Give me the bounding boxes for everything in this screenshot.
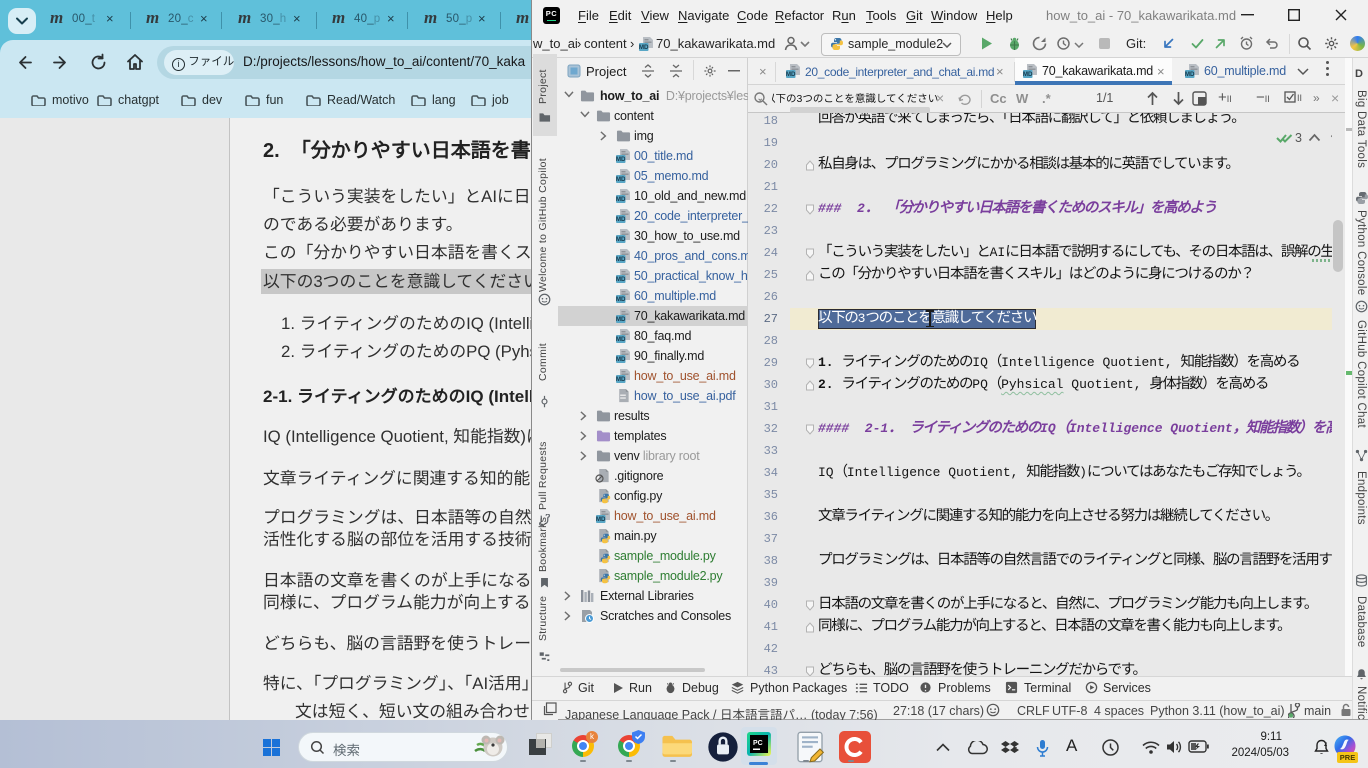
svg-text:z: z [1324,741,1328,748]
svg-text:PC: PC [753,740,763,747]
svg-text:z: z [1013,741,1017,750]
